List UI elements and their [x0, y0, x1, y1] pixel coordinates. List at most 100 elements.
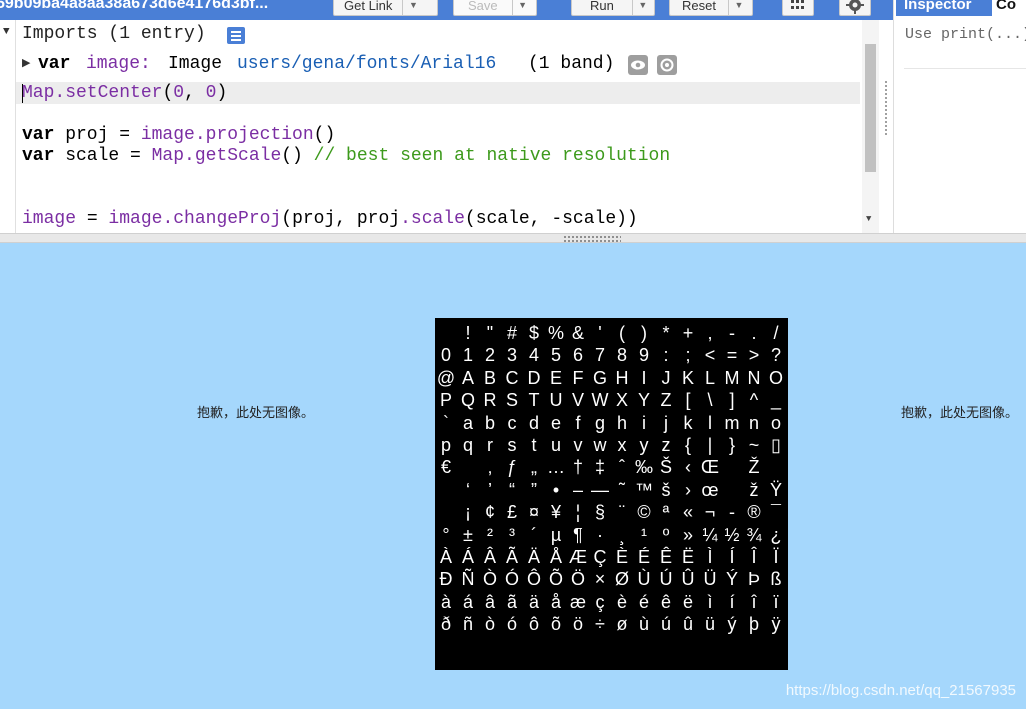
chevron-down-icon[interactable]: ▼	[511, 0, 533, 15]
imports-header[interactable]: ▼ Imports (1 entry)	[0, 20, 860, 50]
glyph: Î	[751, 547, 757, 567]
caret-down-icon[interactable]: ▼	[3, 26, 10, 38]
target-icon[interactable]	[657, 55, 677, 75]
token: (	[162, 83, 174, 103]
token: proj =	[54, 125, 141, 145]
document-icon[interactable]	[227, 27, 245, 44]
glyph: s	[507, 435, 517, 455]
chevron-down-icon[interactable]: ▼	[631, 0, 653, 15]
glyph: S	[505, 390, 518, 411]
glyph: Ç	[593, 547, 607, 567]
token: .projection	[194, 125, 314, 145]
glyph: ò	[484, 614, 495, 635]
map-view[interactable]: 抱歉，此处无图像。 抱歉，此处无图像。 ! " # $% & '() * +, -./0 1 2 3 4…	[0, 243, 1026, 709]
editor-scrollbar[interactable]: ▼	[862, 20, 879, 233]
eye-icon[interactable]	[628, 55, 648, 75]
glyph: £	[506, 502, 517, 523]
glyph: ü	[704, 614, 715, 635]
glyph: ß	[770, 569, 782, 590]
glyph: ¬	[704, 502, 716, 523]
token: =	[76, 209, 109, 229]
scrollbar-thumb[interactable]	[865, 44, 876, 172]
glyph: =	[726, 345, 738, 366]
glyph: ]	[729, 390, 735, 411]
reset-button[interactable]: Reset ▼	[669, 0, 753, 16]
save-button[interactable]: Save ▼	[453, 0, 537, 16]
glyph: ³	[509, 524, 515, 545]
glyph: >	[748, 345, 760, 366]
import-var-keyword: var	[38, 54, 71, 74]
glyph: û	[682, 614, 693, 635]
code-line-4[interactable]: var scale = Map.getScale() // best seen …	[22, 146, 670, 166]
caret-right-icon[interactable]: ▶	[22, 56, 30, 70]
drag-handle-icon[interactable]	[563, 235, 621, 242]
glyph: ’	[488, 479, 492, 500]
glyph-row: ‘ ’ “ ” • – — ˜ ™ š › œ ž Ÿ	[435, 479, 788, 501]
glyph: u	[550, 435, 561, 455]
tab-console[interactable]: Co	[996, 0, 1016, 16]
glyph-row: ! " # $% & ' () * +, -. /	[435, 322, 788, 344]
glyph: V	[571, 390, 584, 411]
glyph: Œ	[701, 457, 719, 478]
code-line-7[interactable]: image = image.changeProj(proj, proj.scal…	[22, 209, 638, 229]
glyph: µ	[550, 524, 562, 545]
tab-inspector[interactable]: Inspector	[896, 0, 992, 16]
toolbar: 59b09ba4a8aa38a673d6e4176d3bf... Get Lin…	[0, 0, 893, 20]
glyph: è	[616, 591, 627, 612]
glyph: #	[506, 323, 517, 343]
glyph: C	[505, 367, 519, 388]
glyph: 0	[440, 345, 451, 366]
glyph: ‡	[594, 457, 605, 478]
glyph: Š	[659, 457, 672, 478]
token: ()	[313, 125, 336, 145]
import-entry[interactable]: ▶ var image: Image users/gena/fonts/Aria…	[0, 52, 860, 80]
glyph: ƒ	[506, 457, 517, 478]
glyph: ä	[528, 591, 539, 612]
glyph: Ü	[703, 569, 717, 590]
token: (proj, proj	[281, 209, 401, 229]
drag-handle-icon[interactable]	[884, 80, 888, 136]
settings-button[interactable]	[839, 0, 871, 16]
scroll-down-icon[interactable]: ▼	[866, 214, 871, 224]
glyph-row: ÀÁÂÃÄÅÆÇÈÉÊËÌÍÎÏ	[435, 546, 788, 568]
chevron-down-icon[interactable]: ▼	[402, 0, 423, 15]
glyph: Ö	[570, 569, 585, 590]
glyph: L	[704, 367, 715, 388]
token: scale =	[54, 146, 152, 166]
token: image	[140, 125, 195, 145]
glyph: &	[571, 323, 584, 343]
glyph: ç	[595, 591, 605, 612]
gear-icon	[846, 0, 864, 14]
glyph: p	[440, 435, 451, 455]
glyph: €	[440, 457, 451, 478]
glyph: »	[682, 524, 693, 545]
glyph: Y	[637, 390, 650, 411]
glyph: A	[461, 367, 474, 388]
vertical-splitter[interactable]	[880, 20, 893, 233]
glyph: ▯	[771, 435, 781, 455]
code-line-3[interactable]: var proj = image.projection()	[22, 125, 335, 145]
glyph: Ž	[748, 457, 760, 478]
glyph: ¦	[575, 502, 581, 523]
code-line-1[interactable]: Map.setCenter(0, 0)	[22, 83, 227, 103]
run-button[interactable]: Run ▼	[571, 0, 655, 16]
glyph: ½	[724, 524, 740, 545]
glyph: §	[594, 502, 605, 523]
horizontal-splitter[interactable]	[0, 233, 1026, 243]
get-link-button[interactable]: Get Link ▼	[333, 0, 438, 16]
glyph: ï	[773, 591, 779, 612]
save-label: Save	[468, 0, 498, 13]
glyph: ¡	[465, 502, 471, 523]
token: Map	[151, 146, 185, 166]
glyph: “	[509, 479, 515, 500]
glyph: !	[465, 323, 471, 343]
glyph: K	[681, 367, 694, 388]
right-panel-tabs: Inspector Co	[894, 0, 1026, 18]
glyph: –	[572, 479, 583, 500]
glyph: á	[462, 591, 473, 612]
script-title[interactable]: 59b09ba4a8aa38a673d6e4176d3bf...	[0, 0, 268, 13]
chevron-down-icon[interactable]: ▼	[727, 0, 749, 15]
code-editor[interactable]: ▼ Imports (1 entry) ▶ var image: Image u…	[0, 20, 893, 233]
apps-button[interactable]	[782, 0, 814, 16]
glyph: º	[662, 524, 670, 545]
